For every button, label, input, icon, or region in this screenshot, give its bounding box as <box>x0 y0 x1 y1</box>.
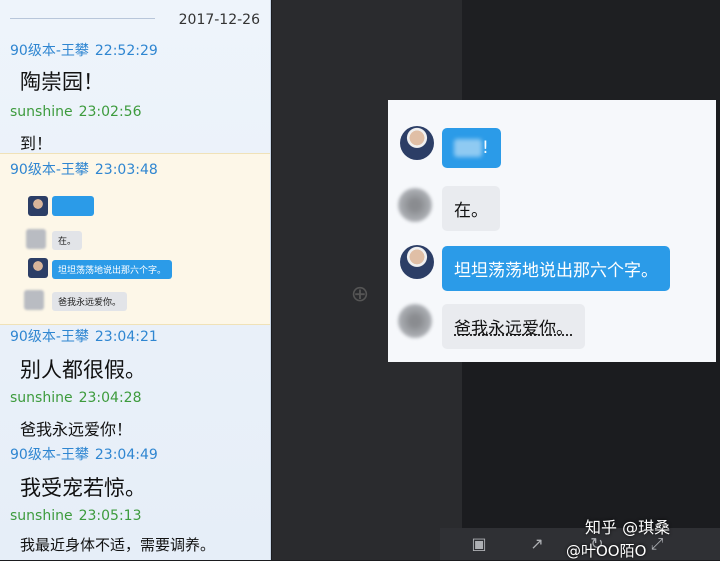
message-text: 爸我永远爱你！ <box>20 420 133 439</box>
message-header: 90级本-王攀 22:52:29 <box>10 43 158 59</box>
message-text: 我受宠若惊。 <box>20 476 146 500</box>
chat-bubble: 在。 <box>442 186 500 231</box>
date-divider <box>10 18 155 19</box>
chat-bubble: 爸我永远爱你。 <box>442 304 585 349</box>
weibo-watermark: @叶OO陌O <box>566 542 647 560</box>
share-icon[interactable]: ↗ <box>526 534 548 554</box>
teacher-avatar <box>28 196 48 216</box>
message-text: 别人都很假。 <box>20 358 146 382</box>
blurred-bubble <box>52 196 94 216</box>
viewer-top-bar <box>462 0 720 100</box>
message-text: 到！ <box>20 134 53 153</box>
save-icon[interactable]: ▣ <box>468 534 490 554</box>
teacher-avatar <box>400 126 434 160</box>
message-header: 90级本-王攀 23:04:49 <box>10 447 158 463</box>
highlighted-message[interactable]: 90级本-王攀 23:03:48 在。 坦坦荡荡地说出那六个字。 爸我永远爱你。 <box>0 153 270 325</box>
teacher-avatar <box>400 245 434 279</box>
student-avatar <box>398 304 432 338</box>
chat-bubble: ! <box>442 128 501 168</box>
message-header: sunshine 23:02:56 <box>10 104 142 120</box>
message-header: sunshine 23:04:28 <box>10 390 142 406</box>
message-header: sunshine 23:05:13 <box>10 508 142 524</box>
student-avatar <box>398 188 432 222</box>
chat-bubble: 坦坦荡荡地说出那六个字。 <box>442 246 670 291</box>
message-header: 90级本-王攀 23:04:21 <box>10 329 158 345</box>
student-avatar <box>24 290 44 310</box>
message-text: 我最近身体不适，需要调养。 <box>20 536 216 554</box>
blurred-name <box>454 139 482 157</box>
message-text: 陶崇园！ <box>20 70 104 94</box>
zhihu-watermark: 知乎 @琪桑 <box>585 518 671 537</box>
student-avatar <box>26 229 46 249</box>
message-header: 90级本-王攀 23:03:48 <box>10 162 158 178</box>
teacher-avatar <box>28 258 48 278</box>
zoom-in-icon[interactable]: ⊕ <box>348 283 372 307</box>
history-date: 2017-12-26 <box>178 12 260 28</box>
zoomed-chat-image: ! 在。 坦坦荡荡地说出那六个字。 爸我永远爱你。 <box>388 100 716 362</box>
chat-history-panel: 2017-12-26 90级本-王攀 22:52:29 陶崇园！ sunshine… <box>0 0 271 560</box>
